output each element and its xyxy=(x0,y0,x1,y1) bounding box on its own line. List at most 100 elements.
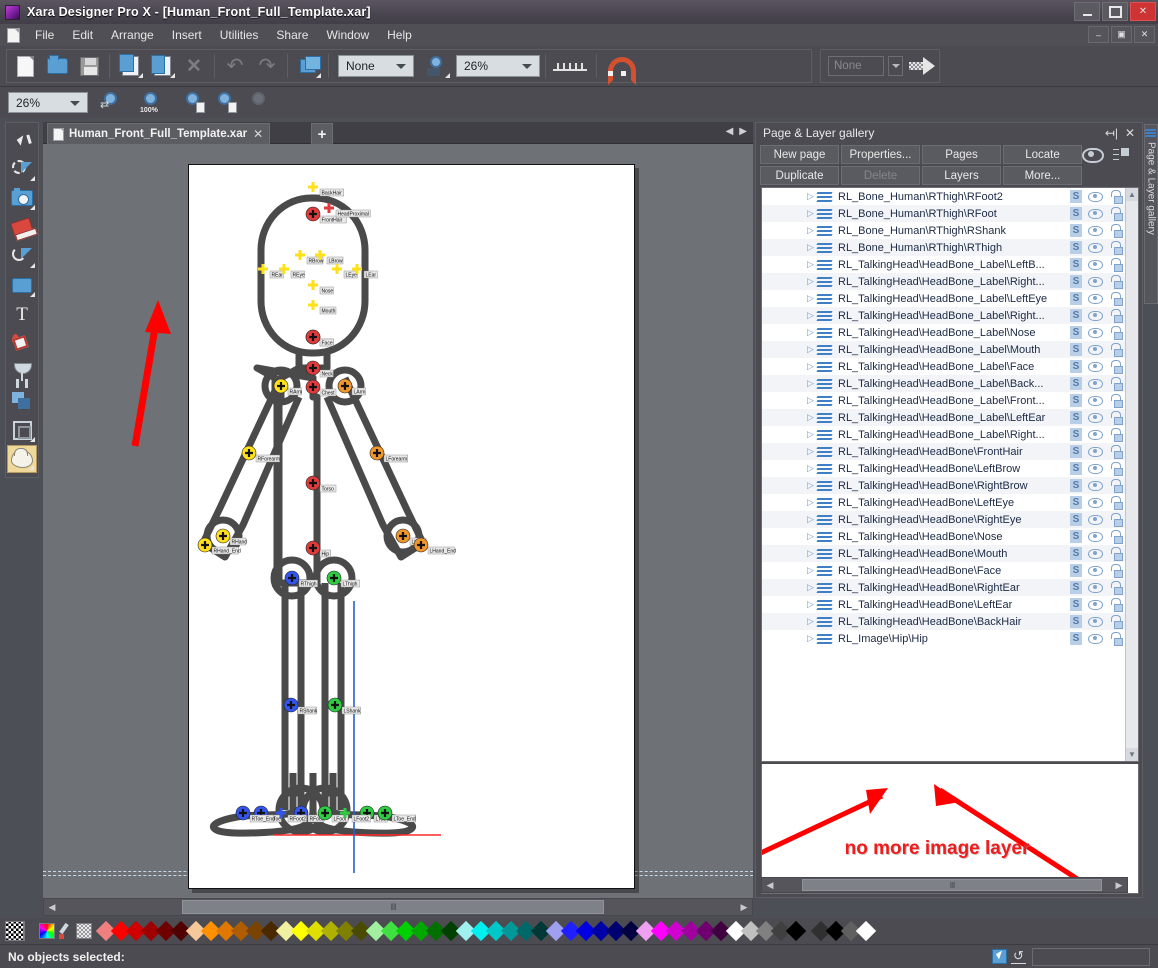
lock-icon[interactable] xyxy=(1109,377,1123,391)
scroll-right-button[interactable]: ▶ xyxy=(736,899,752,915)
eye-icon[interactable] xyxy=(1088,327,1103,338)
menu-item-arrange[interactable]: Arrange xyxy=(102,26,163,44)
solo-icon[interactable]: S xyxy=(1070,615,1082,628)
menu-item-edit[interactable]: Edit xyxy=(63,26,102,44)
push-tool[interactable] xyxy=(7,445,37,473)
expand-triangle-icon[interactable]: ▷ xyxy=(804,514,817,525)
new-document-button[interactable] xyxy=(10,52,40,80)
expand-triangle-icon[interactable]: ▷ xyxy=(804,616,817,627)
layer-row[interactable]: ▷ RL_TalkingHead\HeadBone_Label\LeftB... S xyxy=(762,256,1138,273)
fill-tool[interactable] xyxy=(7,329,37,357)
layer-row[interactable]: ▷ RL_TalkingHead\HeadBone_Label\Right... S xyxy=(762,273,1138,290)
freehand-tool[interactable] xyxy=(7,242,37,270)
quality-dropdown[interactable]: None xyxy=(338,55,414,77)
lock-icon[interactable] xyxy=(1109,411,1123,425)
solo-icon[interactable]: S xyxy=(1070,632,1082,645)
history-icon[interactable]: ↺ xyxy=(1011,948,1026,964)
pin-icon[interactable]: ↤| xyxy=(1105,126,1118,140)
canvas-hscroll-thumb[interactable]: ‖‖ xyxy=(182,900,604,914)
text-tool[interactable]: T xyxy=(7,300,37,328)
eye-icon[interactable] xyxy=(1088,208,1103,219)
lock-icon[interactable] xyxy=(1109,360,1123,374)
shadow-tool[interactable] xyxy=(7,387,37,415)
document-tab[interactable]: Human_Front_Full_Template.xar ✕ xyxy=(47,123,271,144)
menu-item-help[interactable]: Help xyxy=(378,26,421,44)
layer-row[interactable]: ▷ RL_TalkingHead\HeadBone_Label\Right... S xyxy=(762,426,1138,443)
tree-view-icon[interactable] xyxy=(1112,147,1130,163)
transparent-icon[interactable] xyxy=(76,923,92,939)
expand-triangle-icon[interactable]: ▷ xyxy=(804,582,817,593)
tab-scroll-right-button[interactable]: ▶ xyxy=(739,126,747,137)
menu-item-insert[interactable]: Insert xyxy=(163,26,211,44)
eye-icon[interactable] xyxy=(1088,242,1103,253)
layer-row[interactable]: ▷ RL_TalkingHead\HeadBone\LeftEar S xyxy=(762,596,1138,613)
lock-icon[interactable] xyxy=(1109,343,1123,357)
expand-triangle-icon[interactable]: ▷ xyxy=(804,276,817,287)
solo-icon[interactable]: S xyxy=(1070,479,1082,492)
scroll-left-button[interactable]: ◀ xyxy=(44,899,60,915)
expand-triangle-icon[interactable]: ▷ xyxy=(804,191,817,202)
canvas-horizontal-scrollbar[interactable]: ◀ ‖‖ ▶ xyxy=(43,898,753,916)
expand-triangle-icon[interactable]: ▷ xyxy=(804,395,817,406)
close-document-button[interactable]: ✕ xyxy=(179,52,209,80)
properties-button[interactable]: Properties... xyxy=(841,145,920,164)
solo-icon[interactable]: S xyxy=(1070,275,1082,288)
eye-icon[interactable] xyxy=(1088,225,1103,236)
expand-triangle-icon[interactable]: ▷ xyxy=(804,259,817,270)
close-button[interactable]: ✕ xyxy=(1130,2,1156,21)
pages-button[interactable]: Pages xyxy=(922,145,1001,164)
lock-icon[interactable] xyxy=(1109,275,1123,289)
object-name-dropdown[interactable] xyxy=(888,56,903,76)
eye-icon[interactable] xyxy=(1088,276,1103,287)
solo-icon[interactable]: S xyxy=(1070,581,1082,594)
shape-editor-tool[interactable] xyxy=(7,155,37,183)
lock-icon[interactable] xyxy=(1109,598,1123,612)
bone-marker[interactable]: LHand_End xyxy=(413,537,456,555)
layer-row[interactable]: ▷ RL_TalkingHead\HeadBone_Label\Back... S xyxy=(762,375,1138,392)
expand-triangle-icon[interactable]: ▷ xyxy=(804,531,817,542)
lock-icon[interactable] xyxy=(1109,428,1123,442)
eye-icon[interactable] xyxy=(1088,548,1103,559)
new-page-button[interactable]: New page xyxy=(760,145,839,164)
solo-icon[interactable]: S xyxy=(1070,309,1082,322)
bone-marker[interactable]: Nose xyxy=(308,280,334,295)
eye-icon[interactable] xyxy=(1088,633,1103,644)
colour-swatch-row-end[interactable] xyxy=(810,920,876,942)
solo-icon[interactable]: S xyxy=(1070,411,1082,424)
eye-icon[interactable] xyxy=(1088,463,1103,474)
mdi-restore-button[interactable]: ▣ xyxy=(1111,26,1132,43)
colour-wheel-icon[interactable] xyxy=(39,923,55,939)
layer-row[interactable]: ▷ RL_TalkingHead\HeadBone\RightEar S xyxy=(762,579,1138,596)
layer-row[interactable]: ▷ RL_Bone_Human\RThigh\RShank S xyxy=(762,222,1138,239)
solo-icon[interactable]: S xyxy=(1070,445,1082,458)
lock-icon[interactable] xyxy=(1109,530,1123,544)
eye-icon[interactable] xyxy=(1088,361,1103,372)
eye-icon[interactable] xyxy=(1088,378,1103,389)
ruler-toggle-button[interactable] xyxy=(551,52,591,80)
paste-button[interactable] xyxy=(147,52,177,80)
solo-icon[interactable]: S xyxy=(1070,326,1082,339)
lock-icon[interactable] xyxy=(1109,241,1123,255)
bone-marker[interactable]: Face xyxy=(305,329,334,347)
menu-item-file[interactable]: File xyxy=(26,26,63,44)
layers-button[interactable]: Layers xyxy=(922,166,1001,185)
expand-triangle-icon[interactable]: ▷ xyxy=(804,463,817,474)
zoom-to-drawing-button[interactable] xyxy=(210,91,240,115)
layer-row[interactable]: ▷ RL_Bone_Human\RThigh\RThigh S xyxy=(762,239,1138,256)
eye-icon[interactable] xyxy=(1088,412,1103,423)
snap-magnet-button[interactable] xyxy=(602,52,636,85)
lock-icon[interactable] xyxy=(1109,581,1123,595)
transparency-tool[interactable] xyxy=(7,358,37,386)
menu-item-utilities[interactable]: Utilities xyxy=(211,26,268,44)
lock-icon[interactable] xyxy=(1109,615,1123,629)
eye-icon[interactable] xyxy=(1082,147,1104,163)
expand-triangle-icon[interactable]: ▷ xyxy=(804,242,817,253)
layer-row[interactable]: ▷ RL_TalkingHead\HeadBone_Label\Mouth S xyxy=(762,341,1138,358)
eye-icon[interactable] xyxy=(1088,582,1103,593)
zoom-tool-button-2[interactable]: ⇄ xyxy=(96,91,126,115)
undo-button[interactable]: ↶ xyxy=(220,52,250,80)
solo-icon[interactable]: S xyxy=(1070,547,1082,560)
layer-row[interactable]: ▷ RL_TalkingHead\HeadBone\RightEye S xyxy=(762,511,1138,528)
layer-row[interactable]: ▷ RL_TalkingHead\HeadBone_Label\Face S xyxy=(762,358,1138,375)
eye-icon[interactable] xyxy=(1088,259,1103,270)
